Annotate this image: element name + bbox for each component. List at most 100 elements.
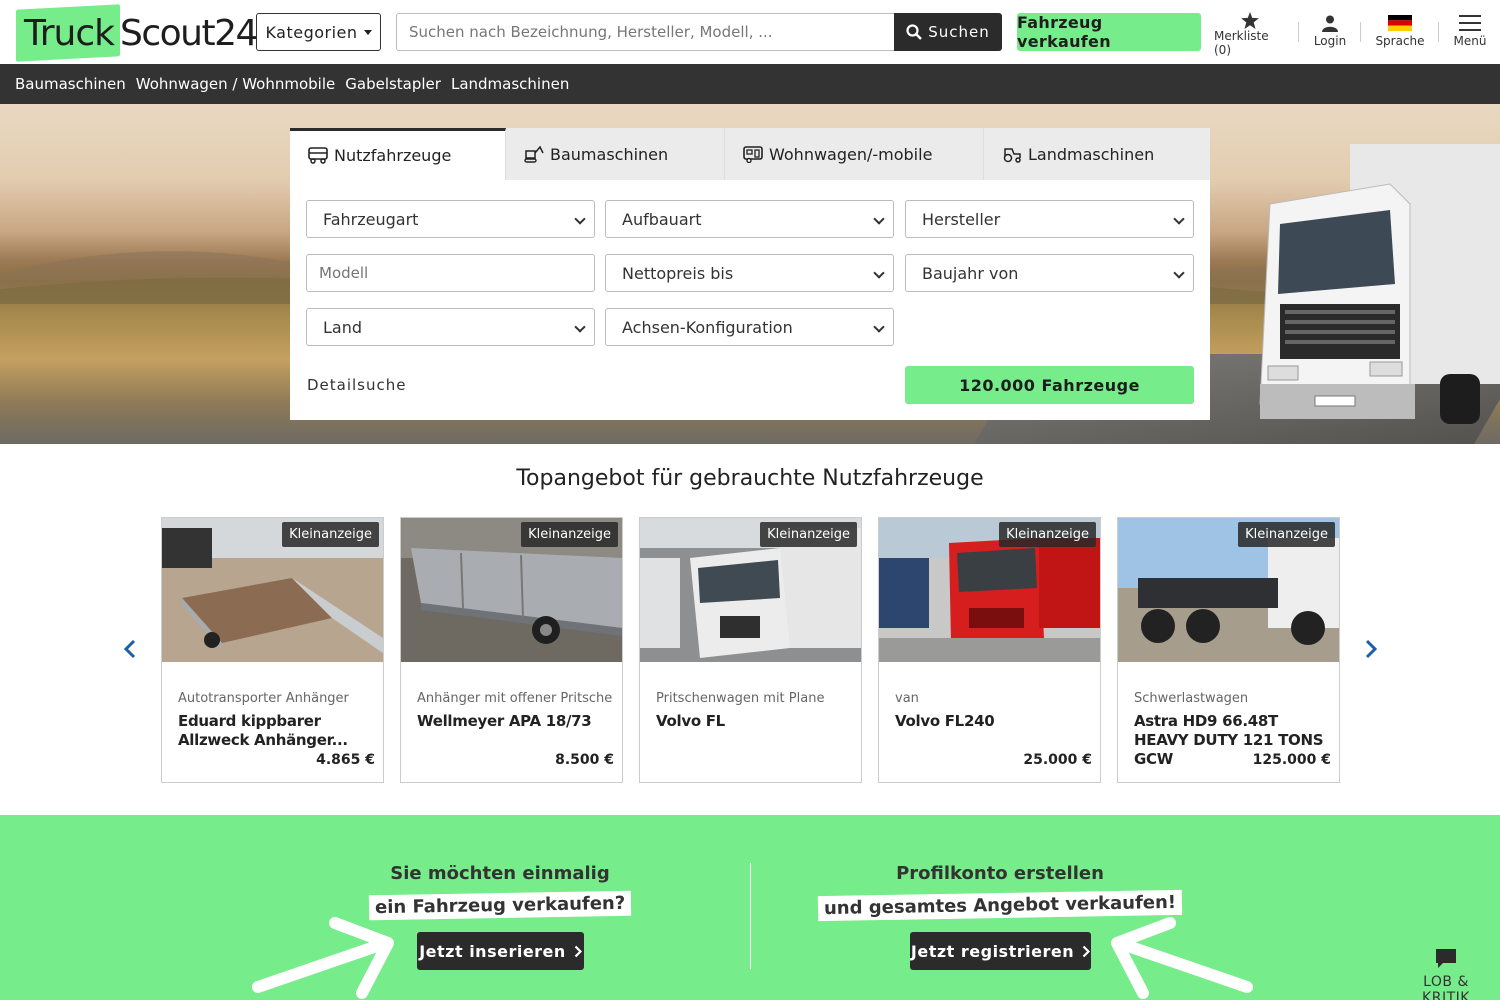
offer-price: 4.865 € xyxy=(316,752,375,768)
show-results-button[interactable]: 120.000 Fahrzeuge xyxy=(905,366,1194,404)
carousel-prev-button[interactable] xyxy=(120,636,140,662)
language-selector[interactable]: Sprache xyxy=(1372,12,1428,54)
offer-title[interactable]: Eduard kippbarer Allzweck Anhänger... xyxy=(178,712,373,750)
header-divider xyxy=(1298,22,1299,42)
tab-baumaschinen[interactable]: Baumaschinen xyxy=(506,128,725,180)
subnav-item-gabelstapler[interactable]: Gabelstapler xyxy=(345,75,441,93)
modell-input[interactable] xyxy=(306,254,595,292)
search-icon xyxy=(906,24,923,40)
language-label: Sprache xyxy=(1375,34,1425,48)
post-ad-button[interactable]: Jetzt inserieren xyxy=(417,932,584,970)
offer-card[interactable]: Kleinanzeige Pritschenwagen mit Plane Vo… xyxy=(639,517,862,783)
offer-price: 8.500 € xyxy=(555,752,614,768)
offer-price: 125.000 € xyxy=(1252,752,1331,768)
header: Truck Scout24 Kategorien Suchen Fahrzeug… xyxy=(0,0,1500,64)
hersteller-select[interactable]: Hersteller xyxy=(905,200,1194,238)
top-offers-title: Topangebot für gebrauchte Nutzfahrzeuge xyxy=(516,466,984,491)
subnav-item-landmaschinen[interactable]: Landmaschinen xyxy=(451,75,569,93)
achsen-select[interactable]: Achsen-Konfiguration xyxy=(605,308,894,346)
listing-badge: Kleinanzeige xyxy=(282,522,379,547)
post-ad-label: Jetzt inserieren xyxy=(419,941,566,961)
category-subnav: Baumaschinen Wohnwagen / Wohnmobile Gabe… xyxy=(0,64,1500,104)
tab-label: Nutzfahrzeuge xyxy=(334,146,452,165)
select-value: Nettopreis bis xyxy=(622,263,734,283)
listing-badge: Kleinanzeige xyxy=(521,522,618,547)
register-button[interactable]: Jetzt registrieren xyxy=(910,932,1091,970)
cta-left-subheading: ein Fahrzeug verkaufen? xyxy=(368,890,632,921)
watchlist-link[interactable]: Merkliste (0) xyxy=(1214,12,1286,57)
login-link[interactable]: Login xyxy=(1308,12,1352,54)
carousel-next-button[interactable] xyxy=(1361,636,1381,662)
detailsuche-link[interactable]: Detailsuche xyxy=(307,376,407,394)
german-flag-icon xyxy=(1388,15,1412,31)
tab-label: Landmaschinen xyxy=(1028,144,1155,164)
offer-card[interactable]: Kleinanzeige van Volvo FL240 25.000 € xyxy=(878,517,1101,783)
tractor-icon xyxy=(1003,147,1021,163)
baujahr-select[interactable]: Baujahr von xyxy=(905,254,1194,292)
search-button-label: Suchen xyxy=(928,23,990,41)
cta-right: Profilkonto erstellen und gesamtes Angeb… xyxy=(800,863,1200,922)
tab-nutzfahrzeuge[interactable]: Nutzfahrzeuge xyxy=(290,128,506,180)
sell-vehicle-button[interactable]: Fahrzeug verkaufen xyxy=(1017,13,1201,51)
subnav-item-baumaschinen[interactable]: Baumaschinen xyxy=(15,75,126,93)
watchlist-label: Merkliste (0) xyxy=(1214,29,1269,57)
menu-button[interactable]: Menü xyxy=(1450,12,1490,54)
arrow-decoration-left xyxy=(252,917,394,999)
logo-text-truck: Truck xyxy=(24,13,115,54)
categories-label: Kategorien xyxy=(265,22,358,42)
caret-down-icon xyxy=(363,29,372,35)
land-select[interactable]: Land xyxy=(306,308,595,346)
chevron-down-icon xyxy=(873,213,885,225)
seller-cta-section: Sie möchten einmalig ein Fahrzeug verkau… xyxy=(0,815,1500,1000)
search-input[interactable] xyxy=(396,13,896,51)
subnav-item-wohnwagen[interactable]: Wohnwagen / Wohnmobile xyxy=(136,75,335,93)
header-divider xyxy=(1438,22,1439,42)
hero-truck-image xyxy=(1259,144,1500,424)
tab-landmaschinen[interactable]: Landmaschinen xyxy=(984,128,1210,180)
offer-title[interactable]: Wellmeyer APA 18/73 xyxy=(417,712,612,731)
offer-category: Pritschenwagen mit Plane xyxy=(656,691,825,706)
select-value: Fahrzeugart xyxy=(323,209,419,229)
chevron-down-icon xyxy=(873,267,885,279)
nettopreis-select[interactable]: Nettopreis bis xyxy=(605,254,894,292)
select-value: Land xyxy=(323,317,363,337)
offer-card[interactable]: Kleinanzeige Schwerlastwagen Astra HD9 6… xyxy=(1117,517,1340,783)
offer-card[interactable]: Kleinanzeige Autotransporter Anhänger Ed… xyxy=(161,517,384,783)
select-value: Baujahr von xyxy=(922,263,1019,283)
header-divider xyxy=(1360,22,1361,42)
select-value: Hersteller xyxy=(922,209,1001,229)
listing-badge: Kleinanzeige xyxy=(1238,522,1335,547)
offer-category: Schwerlastwagen xyxy=(1134,691,1249,706)
select-value: Aufbauart xyxy=(622,209,702,229)
hamburger-menu-icon xyxy=(1459,15,1481,31)
cta-left: Sie möchten einmalig ein Fahrzeug verkau… xyxy=(300,863,700,921)
tab-wohnwagen[interactable]: Wohnwagen/-mobile xyxy=(725,128,984,180)
truckscout24-logo[interactable]: Truck Scout24 xyxy=(16,4,258,62)
fahrzeugart-select[interactable]: Fahrzeugart xyxy=(306,200,595,238)
login-label: Login xyxy=(1313,34,1347,48)
offer-image-volvo-fl240: Kleinanzeige xyxy=(879,518,1100,662)
offer-image-astra-hd9: Kleinanzeige xyxy=(1118,518,1339,662)
user-icon xyxy=(1322,15,1338,32)
listing-badge: Kleinanzeige xyxy=(760,522,857,547)
offer-category: Autotransporter Anhänger xyxy=(178,691,349,706)
offer-title[interactable]: Volvo FL240 xyxy=(895,712,1090,731)
offer-card[interactable]: Kleinanzeige Anhänger mit offener Pritsc… xyxy=(400,517,623,783)
chevron-right-icon xyxy=(574,945,582,957)
menu-label: Menü xyxy=(1453,34,1487,48)
offer-price: 25.000 € xyxy=(1023,752,1092,768)
search-tabs: Nutzfahrzeuge Baumaschinen Wohnwagen/-mo… xyxy=(290,128,1210,180)
chevron-right-icon xyxy=(1082,945,1091,957)
cta-divider xyxy=(750,863,751,969)
aufbauart-select[interactable]: Aufbauart xyxy=(605,200,894,238)
search-button[interactable]: Suchen xyxy=(894,13,1002,51)
categories-dropdown-button[interactable]: Kategorien xyxy=(256,13,381,51)
cta-right-heading: Profilkonto erstellen xyxy=(896,863,1104,884)
chevron-down-icon xyxy=(1173,267,1185,279)
camper-icon xyxy=(743,145,763,163)
listing-badge: Kleinanzeige xyxy=(999,522,1096,547)
chevron-left-icon xyxy=(123,639,136,659)
offer-title[interactable]: Volvo FL xyxy=(656,712,851,731)
feedback-button[interactable]: LOB & KRITIK xyxy=(1398,948,1494,1000)
chevron-right-icon xyxy=(1365,639,1378,659)
